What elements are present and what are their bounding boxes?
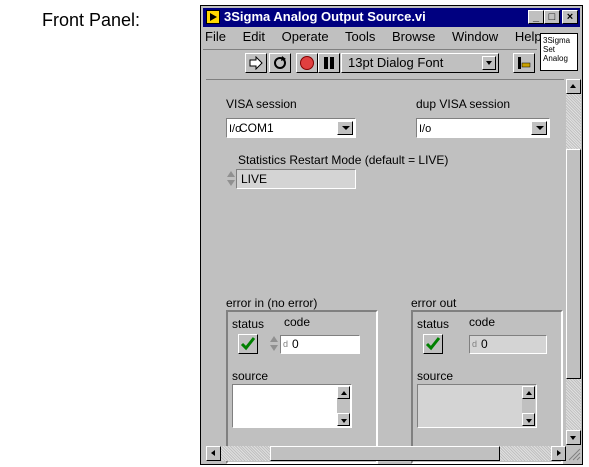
- visa-session-label: VISA session: [226, 97, 297, 111]
- labview-window: 3Sigma Analog Output Source.vi _ □ × Fil…: [200, 5, 583, 465]
- restart-mode-control[interactable]: LIVE: [236, 169, 356, 189]
- window-title: 3Sigma Analog Output Source.vi: [224, 9, 426, 24]
- error-out-code-field: d 0: [469, 335, 547, 354]
- error-out-status-indicator: [423, 334, 443, 354]
- title-bar[interactable]: 3Sigma Analog Output Source.vi _ □ ×: [203, 8, 580, 27]
- checkmark-icon: [240, 337, 256, 351]
- error-out-cluster: status code d 0 source: [411, 310, 563, 464]
- horizontal-scrollbar[interactable]: [206, 446, 566, 461]
- error-in-code-field[interactable]: d 0: [280, 335, 360, 354]
- error-in-code-label: code: [284, 315, 311, 329]
- run-button[interactable]: [245, 53, 267, 73]
- checkmark-icon: [425, 337, 441, 351]
- pause-button[interactable]: [318, 53, 340, 73]
- menu-edit[interactable]: Edit: [243, 29, 265, 44]
- chevron-down-icon: [482, 56, 496, 70]
- error-out-source-field: [417, 384, 537, 428]
- toolbar-separator: [203, 49, 537, 50]
- menu-file[interactable]: File: [205, 29, 226, 44]
- error-out-label: error out: [411, 296, 457, 310]
- vi-icon-line3: Analog: [543, 54, 568, 63]
- error-in-status-checkbox[interactable]: [238, 334, 258, 354]
- menu-help[interactable]: Help: [515, 29, 542, 44]
- scroll-right-icon[interactable]: [551, 446, 566, 461]
- scroll-up-icon[interactable]: [566, 79, 581, 94]
- scroll-up-icon[interactable]: [337, 386, 350, 399]
- menu-bar: File Edit Operate Tools Browse Window He…: [205, 29, 555, 47]
- vertical-scrollbar[interactable]: [566, 79, 581, 445]
- front-panel-area: VISA session I/o COM1 dup VISA session I…: [206, 79, 564, 464]
- visa-session-value: COM1: [239, 121, 274, 135]
- font-select-value: 13pt Dialog Font: [348, 55, 444, 70]
- font-select[interactable]: 13pt Dialog Font: [341, 53, 499, 73]
- error-in-code-value: 0: [292, 337, 299, 351]
- resize-grip-graphic: [568, 448, 581, 461]
- vi-icon-line1: 3Sigma: [543, 36, 571, 45]
- error-out-code-label: code: [469, 315, 496, 329]
- vi-icon-line2: Set: [543, 45, 556, 54]
- menu-browse[interactable]: Browse: [392, 29, 435, 44]
- chevron-down-icon[interactable]: [531, 121, 547, 135]
- menu-tools[interactable]: Tools: [345, 29, 375, 44]
- error-in-source-field[interactable]: [232, 384, 352, 428]
- alignment-icon: [518, 57, 531, 69]
- scroll-up-icon[interactable]: [522, 386, 535, 399]
- increment-decrement-icon[interactable]: [227, 169, 235, 189]
- source-scrollbar[interactable]: [337, 386, 350, 426]
- close-button[interactable]: ×: [562, 10, 578, 24]
- minimize-button[interactable]: _: [528, 10, 544, 24]
- front-panel-heading: Front Panel:: [42, 10, 141, 30]
- scroll-down-icon[interactable]: [566, 430, 581, 445]
- chevron-down-icon[interactable]: [337, 121, 353, 135]
- scroll-down-icon[interactable]: [522, 413, 535, 426]
- increment-decrement-icon[interactable]: [270, 334, 278, 354]
- scroll-left-icon[interactable]: [206, 446, 221, 461]
- menu-window[interactable]: Window: [452, 29, 498, 44]
- dup-visa-session-label: dup VISA session: [416, 97, 511, 111]
- error-out-status-label: status: [417, 317, 450, 331]
- maximize-button[interactable]: □: [544, 10, 560, 24]
- error-in-status-label: status: [232, 317, 265, 331]
- radix-indicator: d: [283, 339, 289, 349]
- abort-icon: [300, 56, 314, 70]
- error-in-cluster: status code d 0 source: [226, 310, 378, 464]
- scroll-down-icon[interactable]: [337, 413, 350, 426]
- abort-button[interactable]: [296, 53, 318, 73]
- run-continuously-icon: [274, 56, 286, 69]
- error-in-source-label: source: [232, 369, 269, 383]
- menu-operate[interactable]: Operate: [282, 29, 329, 44]
- error-out-source-label: source: [417, 369, 454, 383]
- io-icon: I/o: [419, 123, 432, 135]
- restart-mode-label: Statistics Restart Mode (default = LIVE): [238, 153, 449, 167]
- source-scrollbar[interactable]: [522, 386, 535, 426]
- error-in-label: error in (no error): [226, 296, 318, 310]
- horizontal-scroll-thumb[interactable]: [270, 446, 500, 461]
- visa-session-control[interactable]: I/o COM1: [226, 118, 356, 138]
- run-continuously-button[interactable]: [269, 53, 291, 73]
- vi-connector-icon[interactable]: 3Sigma Set Analog: [540, 33, 578, 71]
- resize-grip-icon[interactable]: [566, 446, 581, 461]
- radix-indicator: d: [472, 339, 478, 349]
- dup-visa-session-indicator: I/o: [416, 118, 550, 138]
- run-arrow-icon: [249, 55, 263, 71]
- pause-icon: [324, 57, 334, 69]
- alignment-button[interactable]: [513, 53, 535, 73]
- vertical-scroll-thumb[interactable]: [566, 149, 581, 379]
- error-out-code-value: 0: [481, 337, 488, 351]
- vi-window-icon: [206, 10, 220, 24]
